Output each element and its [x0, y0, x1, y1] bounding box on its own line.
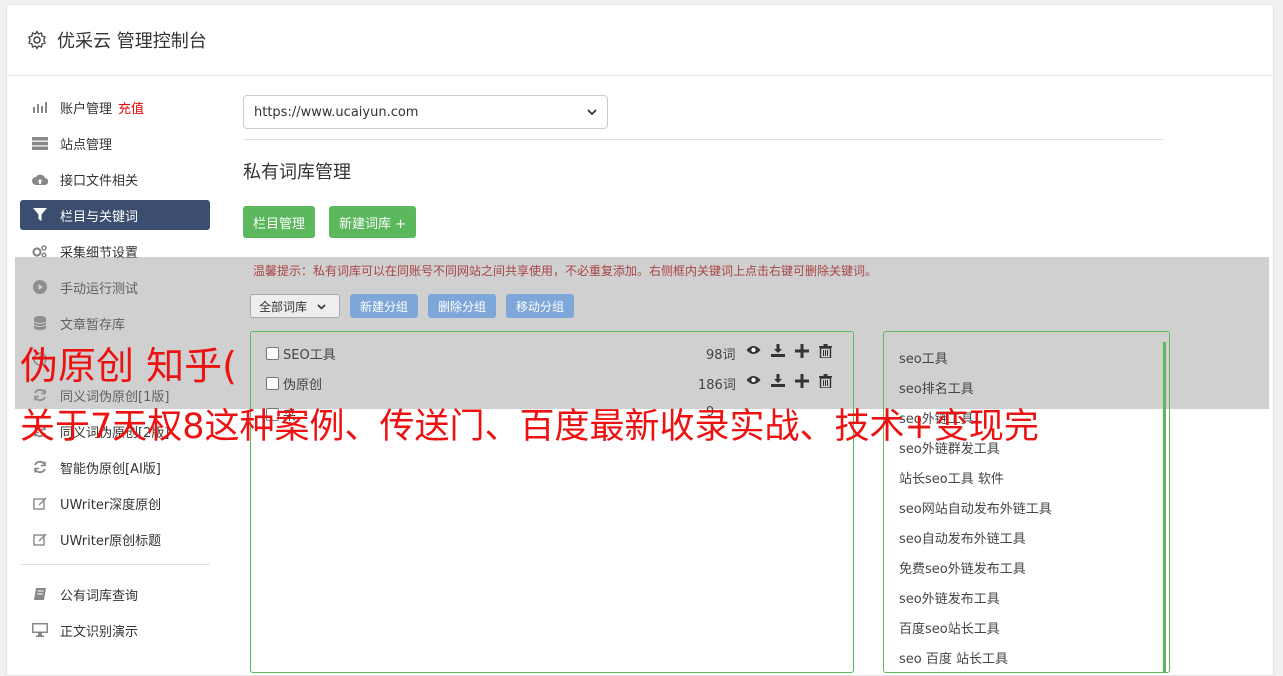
sidebar-item-label: 公有词库查询 [60, 588, 139, 604]
site-select[interactable]: https://www.ucaiyun.com [243, 95, 608, 129]
sidebar-divider [20, 564, 210, 565]
download-icon[interactable] [771, 374, 785, 387]
lexicon-actions [746, 374, 832, 388]
keyword-item[interactable]: seo排名工具 [899, 378, 974, 397]
sidebar-item-label: 正文识别演示 [60, 624, 139, 640]
sidebar-item-label: UWriter原创标题 [60, 533, 162, 549]
sidebar-item-label: UWriter深度原创 [60, 497, 162, 513]
cloud-upload-icon [32, 172, 48, 186]
sidebar-item-label: 账户管理 [60, 101, 113, 117]
keyword-item[interactable]: seo外链发布工具 [899, 588, 1000, 607]
divider [243, 139, 1163, 140]
plus-icon[interactable] [795, 374, 809, 388]
main-content: https://www.ucaiyun.com 私有词库管理 栏目管理 新建词库… [243, 95, 1163, 238]
trash-icon[interactable] [819, 374, 832, 388]
lexicon-actions [746, 344, 832, 358]
sidebar-item-public-lexicon[interactable]: 公有词库查询 [20, 579, 210, 609]
book-icon [32, 587, 48, 601]
keyword-list-panel: seo工具 seo排名工具 seo外链工具 seo外链群发工具 站长seo工具 … [883, 331, 1170, 673]
header: 优采云 管理控制台 [7, 5, 1273, 76]
column-manage-button[interactable]: 栏目管理 [243, 206, 316, 238]
scrollbar[interactable] [1163, 342, 1166, 672]
refresh-icon [32, 460, 48, 474]
chevron-down-icon [587, 105, 597, 120]
keyword-item[interactable]: 百度seo站长工具 [899, 618, 1000, 637]
overlay-title-line1: 伪原创 知乎( [20, 344, 237, 388]
lexicon-count: 98词 [706, 348, 736, 363]
eye-icon[interactable] [746, 374, 761, 386]
sidebar-item-text-recognition[interactable]: 正文识别演示 [20, 615, 210, 645]
lexicon-count: 186词 [698, 378, 736, 393]
overlay-title-line2: 关于7天权8这种案例、传送门、百度最新收录实战、技术+变现完 [20, 407, 1039, 447]
tip-text: 温馨提示：私有词库可以在同账号不同网站之间共享使用，不必重复添加。右侧框内关键词… [253, 264, 878, 278]
site-select-value: https://www.ucaiyun.com [254, 104, 419, 120]
sidebar-item-interface-files[interactable]: 接口文件相关 [20, 164, 210, 194]
download-icon[interactable] [771, 344, 785, 357]
sidebar-item-label: 接口文件相关 [60, 173, 139, 189]
eye-icon[interactable] [746, 344, 761, 356]
keyword-item[interactable]: 免费seo外链发布工具 [899, 558, 1026, 577]
new-lexicon-button[interactable]: 新建词库 + [329, 206, 417, 238]
keyword-item[interactable]: seo工具 [899, 348, 948, 367]
server-icon [32, 136, 48, 150]
sidebar-item-uwriter-title[interactable]: UWriter原创标题 [20, 524, 210, 554]
sidebar-item-label: 站点管理 [60, 137, 113, 153]
sidebar-item-uwriter-deep[interactable]: UWriter深度原创 [20, 488, 210, 518]
keyword-item[interactable]: 站长seo工具 软件 [899, 468, 1004, 487]
sidebar-item-ai-rewrite[interactable]: 智能伪原创[AI版] [20, 452, 210, 482]
sidebar-item-label: 栏目与关键词 [60, 209, 139, 225]
lexicon-name: SEO工具 [283, 348, 336, 363]
keyword-item[interactable]: seo网站自动发布外链工具 [899, 498, 1052, 517]
new-group-button[interactable]: 新建分组 [350, 294, 419, 318]
page-title: 优采云 管理控制台 [57, 31, 207, 52]
move-group-button[interactable]: 移动分组 [506, 294, 575, 318]
filter-icon [32, 208, 48, 222]
group-toolbar: 全部词库 新建分组 删除分组 移动分组 [250, 294, 575, 318]
action-buttons: 栏目管理 新建词库 + [243, 206, 1163, 238]
lexicon-checkbox[interactable] [266, 347, 279, 360]
keyword-item[interactable]: seo 百度 站长工具 [899, 648, 1008, 667]
plus-icon[interactable] [795, 344, 809, 358]
delete-group-button[interactable]: 删除分组 [428, 294, 497, 318]
lexicon-checkbox[interactable] [266, 377, 279, 390]
gear-icon [28, 30, 46, 50]
trash-icon[interactable] [819, 344, 832, 358]
sidebar-item-columns-keywords[interactable]: 栏目与关键词 [20, 200, 210, 230]
lexicon-name: 伪原创 [283, 378, 323, 393]
lexicon-list-panel: SEO工具 98词 伪原创 186词 采 9 [250, 331, 854, 673]
gears-icon [32, 244, 48, 258]
list-item[interactable]: SEO工具 [266, 344, 336, 363]
keyword-item[interactable]: seo自动发布外链工具 [899, 528, 1026, 547]
edit-icon [32, 532, 48, 546]
lexicon-group-select[interactable]: 全部词库 [250, 294, 340, 318]
edit-icon [32, 496, 48, 510]
lexicon-group-select-value: 全部词库 [259, 299, 308, 314]
sidebar-item-label: 智能伪原创[AI版] [60, 461, 161, 477]
list-item[interactable]: 伪原创 [266, 374, 322, 393]
section-title: 私有词库管理 [243, 162, 351, 183]
bar-chart-icon [32, 100, 48, 114]
desktop-icon [32, 623, 48, 637]
chevron-down-icon [317, 299, 326, 313]
sidebar-item-sites[interactable]: 站点管理 [20, 128, 210, 158]
sidebar-item-account[interactable]: 账户管理 充值 [20, 92, 210, 122]
recharge-link[interactable]: 充值 [118, 98, 144, 117]
